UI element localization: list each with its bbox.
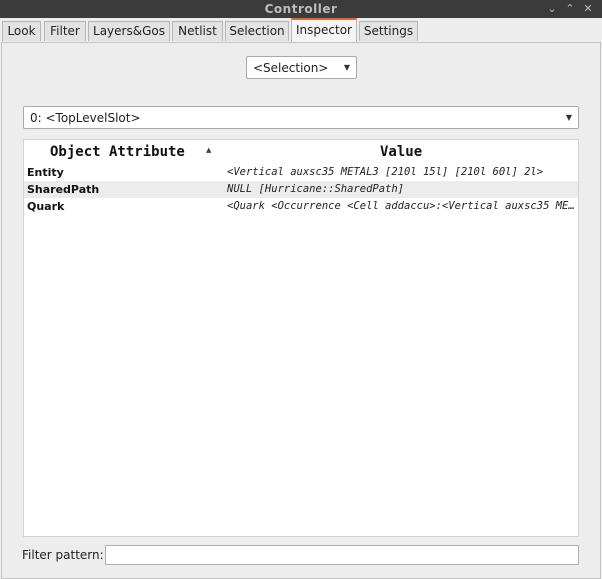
chevron-down-icon[interactable]: ⌄ — [544, 1, 560, 17]
window-title: Controller — [264, 2, 338, 16]
column-header-value[interactable]: Value — [380, 140, 422, 164]
tab-inspector[interactable]: Inspector — [291, 18, 357, 42]
value-cell: NULL [Hurricane::SharedPath] — [227, 183, 405, 195]
table-row[interactable]: Entity <Vertical auxsc35 METAL3 [210l 15… — [24, 164, 578, 181]
table-row[interactable]: Quark <Quark <Occurrence <Cell addaccu>:… — [24, 198, 578, 215]
attribute-table: Object Attribute ▲ Value Entity <Vertica… — [23, 139, 579, 537]
selection-mode-dropdown[interactable]: <Selection> ▼ — [246, 56, 357, 79]
filter-pattern-input[interactable] — [105, 545, 579, 565]
tab-bar: Look Filter Layers&Gos Netlist Selection… — [0, 18, 602, 42]
sort-ascending-icon: ▲ — [206, 146, 212, 154]
dropdown-arrow-icon: ▼ — [343, 63, 350, 72]
attribute-cell: SharedPath — [27, 183, 100, 196]
slot-value: 0: <TopLevelSlot> — [30, 111, 141, 125]
value-cell: <Quark <Occurrence <Cell addaccu>:<Verti… — [227, 200, 575, 212]
tab-filter[interactable]: Filter — [44, 21, 86, 41]
attribute-cell: Entity — [27, 166, 64, 179]
column-header-attribute[interactable]: Object Attribute — [50, 140, 185, 164]
tab-look[interactable]: Look — [2, 21, 41, 41]
table-row[interactable]: SharedPath NULL [Hurricane::SharedPath] — [24, 181, 578, 198]
tab-settings[interactable]: Settings — [359, 21, 418, 41]
close-icon[interactable]: ✕ — [580, 1, 596, 17]
title-bar: Controller ⌄ ⌃ ✕ — [0, 0, 602, 18]
slot-dropdown[interactable]: 0: <TopLevelSlot> ▼ — [23, 106, 579, 129]
value-cell: <Vertical auxsc35 METAL3 [210l 15l] [210… — [227, 166, 544, 178]
chevron-up-icon[interactable]: ⌃ — [562, 1, 578, 17]
tab-selection[interactable]: Selection — [225, 21, 289, 41]
selection-mode-value: <Selection> — [253, 61, 329, 75]
tab-layers-gos[interactable]: Layers&Gos — [88, 21, 170, 41]
dropdown-arrow-icon: ▼ — [565, 113, 572, 122]
filter-pattern-label: Filter pattern: — [22, 548, 104, 562]
tab-netlist[interactable]: Netlist — [172, 21, 223, 41]
attribute-cell: Quark — [27, 200, 65, 213]
